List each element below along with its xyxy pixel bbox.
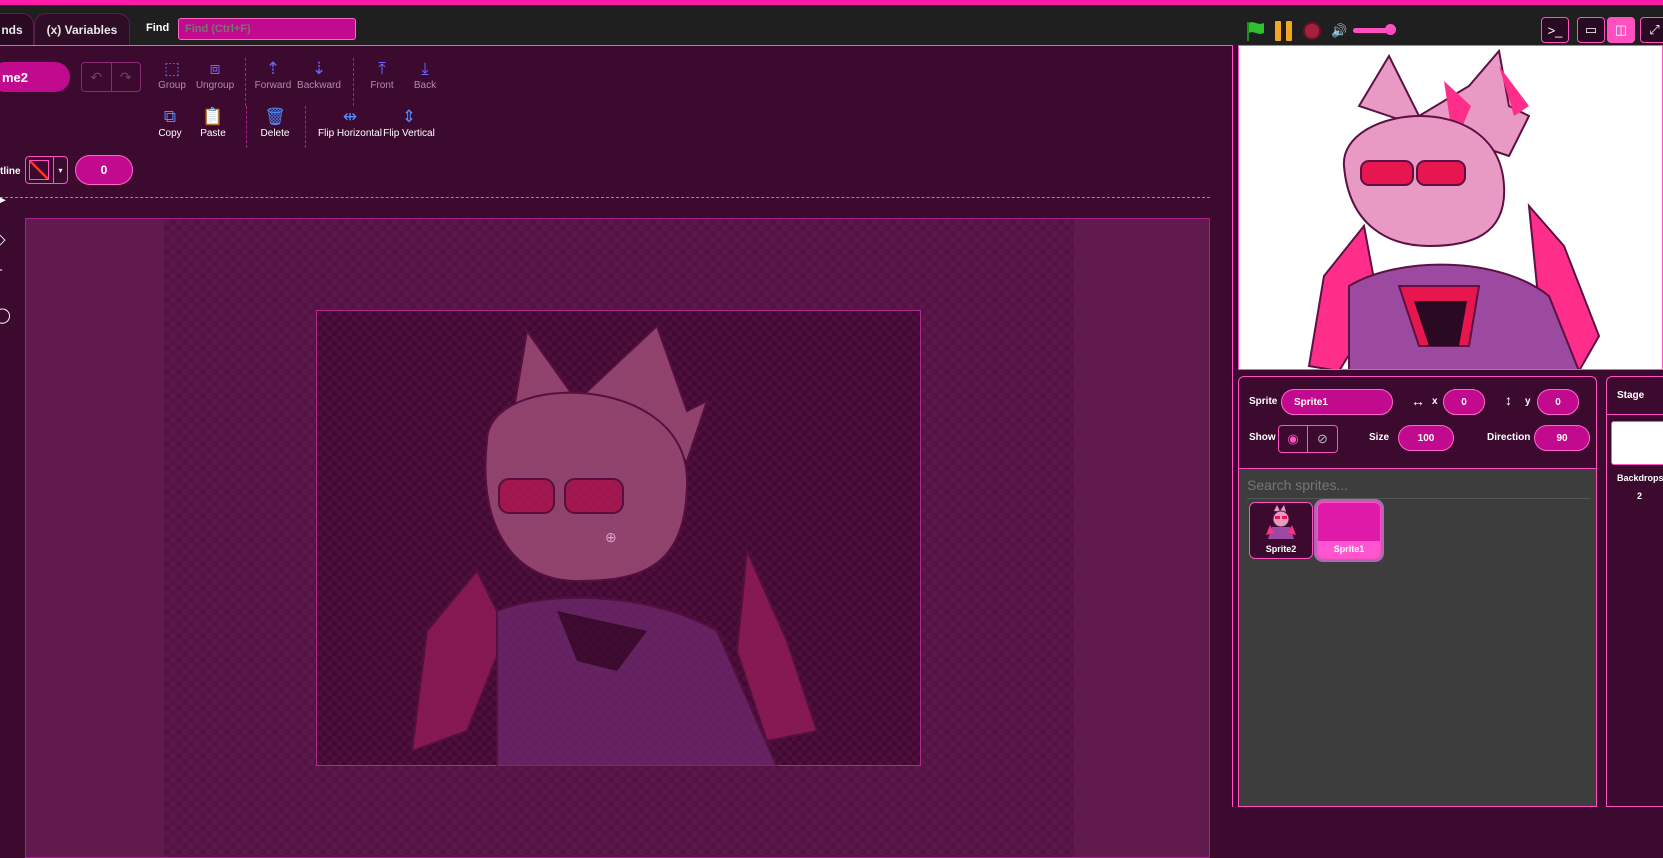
flip-vertical-button[interactable]: ⇕ Flip Vertical: [373, 106, 445, 139]
tab-sounds[interactable]: nds: [0, 13, 34, 45]
forward-label: Forward: [254, 80, 292, 91]
backward-button[interactable]: ⇣ Backward: [289, 58, 349, 91]
volume-icon: 🔊: [1331, 23, 1348, 38]
sprite-tile-sprite1[interactable]: Sprite1: [1317, 502, 1381, 559]
x-label: x: [1432, 396, 1438, 407]
green-flag-icon[interactable]: [1245, 20, 1267, 42]
ungroup-label: Ungroup: [195, 80, 235, 91]
search-sprites-input[interactable]: [1247, 471, 1590, 499]
front-icon: ⤒: [378, 59, 386, 78]
tab-variables-label: (x) Variables: [46, 22, 118, 37]
select-tool-icon[interactable]: ➤: [0, 191, 7, 209]
sprite-label: Sprite: [1249, 396, 1278, 407]
outline-color-swatch: [26, 157, 54, 183]
show-hidden-icon[interactable]: ⊘: [1308, 425, 1338, 453]
sprite-tile-name: Sprite1: [1318, 541, 1380, 558]
costume-name-field[interactable]: me2: [0, 62, 70, 92]
ungroup-icon: ⧈: [209, 59, 221, 78]
outline-label: tline: [0, 166, 21, 177]
copy-label: Copy: [158, 128, 182, 139]
paint-editor: me2 ↶ ↷ ⬚ Group ⧈ Ungroup ⇡ Forward ⇣ Ba…: [0, 45, 1233, 858]
back-button[interactable]: ⤓ Back: [395, 58, 455, 91]
group-icon: ⬚: [163, 59, 181, 78]
size-label: Size: [1369, 432, 1390, 443]
eraser-tool-icon[interactable]: ◯: [0, 306, 11, 324]
forward-icon: ⇡: [265, 59, 281, 78]
flip-horizontal-icon: ⇹: [342, 107, 358, 126]
delete-label: Delete: [260, 128, 290, 139]
direction-input[interactable]: [1534, 425, 1590, 451]
backward-icon: ⇣: [311, 59, 327, 78]
outline-color-picker[interactable]: ▾: [25, 156, 68, 184]
center-crosshair-icon: ⊕: [605, 529, 617, 545]
paste-label: Paste: [200, 128, 226, 139]
normal-stage-icon[interactable]: ◫: [1607, 17, 1635, 43]
sprite-tile-name: Sprite2: [1265, 544, 1297, 554]
outline-width-input[interactable]: [75, 155, 133, 185]
tab-variables[interactable]: (x) Variables: [34, 13, 130, 45]
y-label: y: [1525, 396, 1531, 407]
front-label: Front: [370, 80, 394, 91]
paint-canvas[interactable]: ⊕: [25, 218, 1210, 858]
direction-label: Direction: [1487, 432, 1531, 443]
stage-title: Stage: [1607, 377, 1663, 415]
volume-slider-knob[interactable]: [1385, 24, 1396, 35]
redo-icon[interactable]: ↷: [112, 63, 141, 91]
find-label: Find: [146, 22, 170, 34]
backdrops-label: Backdrops: [1617, 473, 1663, 483]
sprite-info-panel: Sprite ↔ x ↕ y Show ◉ ⊘ Size Direction: [1238, 376, 1597, 469]
stop-icon[interactable]: [1303, 22, 1321, 40]
terminal-icon[interactable]: >_: [1541, 17, 1569, 43]
fullscreen-icon[interactable]: ⤢: [1640, 17, 1663, 43]
back-icon: ⤓: [421, 59, 429, 78]
stage-thumbnail[interactable]: [1611, 421, 1663, 465]
flip-vertical-icon: ⇕: [401, 107, 417, 126]
group-label: Group: [158, 80, 186, 91]
sprite2-thumbnail: [1266, 505, 1296, 539]
show-label: Show: [1249, 432, 1276, 443]
backward-label: Backward: [297, 80, 341, 91]
toolbar-divider: [0, 197, 1210, 198]
undo-icon[interactable]: ↶: [82, 63, 112, 91]
brush-tool-icon[interactable]: ⌐: [0, 262, 3, 279]
backdrops-count: 2: [1637, 491, 1643, 501]
reshape-tool-icon[interactable]: ◇: [0, 230, 6, 248]
small-stage-icon[interactable]: ▭: [1577, 17, 1605, 43]
size-input[interactable]: [1398, 425, 1454, 451]
delete-icon: 🗑: [264, 107, 286, 126]
stage-canvas[interactable]: [1238, 45, 1663, 370]
ungroup-button[interactable]: ⧈ Ungroup: [185, 58, 245, 91]
chevron-down-icon: ▾: [58, 165, 63, 175]
y-input[interactable]: [1537, 389, 1579, 415]
sprite-list-panel: Sprite2 Sprite1: [1238, 469, 1597, 807]
paste-button[interactable]: 📋 Paste: [183, 106, 243, 139]
tab-sounds-label: nds: [1, 22, 23, 37]
x-input[interactable]: [1443, 389, 1485, 415]
show-visible-icon[interactable]: ◉: [1278, 425, 1308, 453]
menu-bar: nds (x) Variables Find 🔊 >_ ▭ ◫ ⤢: [0, 5, 1663, 45]
flip-vertical-label: Flip Vertical: [383, 128, 435, 139]
back-label: Back: [413, 80, 437, 91]
sprite-tile-sprite2[interactable]: Sprite2: [1249, 502, 1313, 559]
pause-icon[interactable]: [1275, 21, 1293, 41]
y-arrows-icon: ↕: [1505, 392, 1512, 408]
stage-selector-panel[interactable]: Stage Backdrops 2: [1606, 376, 1663, 807]
divider: [305, 106, 306, 148]
undo-redo-group: ↶ ↷: [81, 62, 141, 92]
find-input[interactable]: [178, 18, 356, 40]
costume-artwork: [410, 324, 819, 768]
copy-icon: ⧉: [163, 107, 177, 126]
artboard: [316, 310, 921, 768]
stage-sprite-artwork: [1307, 48, 1601, 369]
paste-icon: 📋: [202, 107, 224, 126]
delete-button[interactable]: 🗑 Delete: [245, 106, 305, 139]
x-arrows-icon: ↔: [1411, 393, 1425, 409]
sprite-name-input[interactable]: [1281, 389, 1393, 415]
